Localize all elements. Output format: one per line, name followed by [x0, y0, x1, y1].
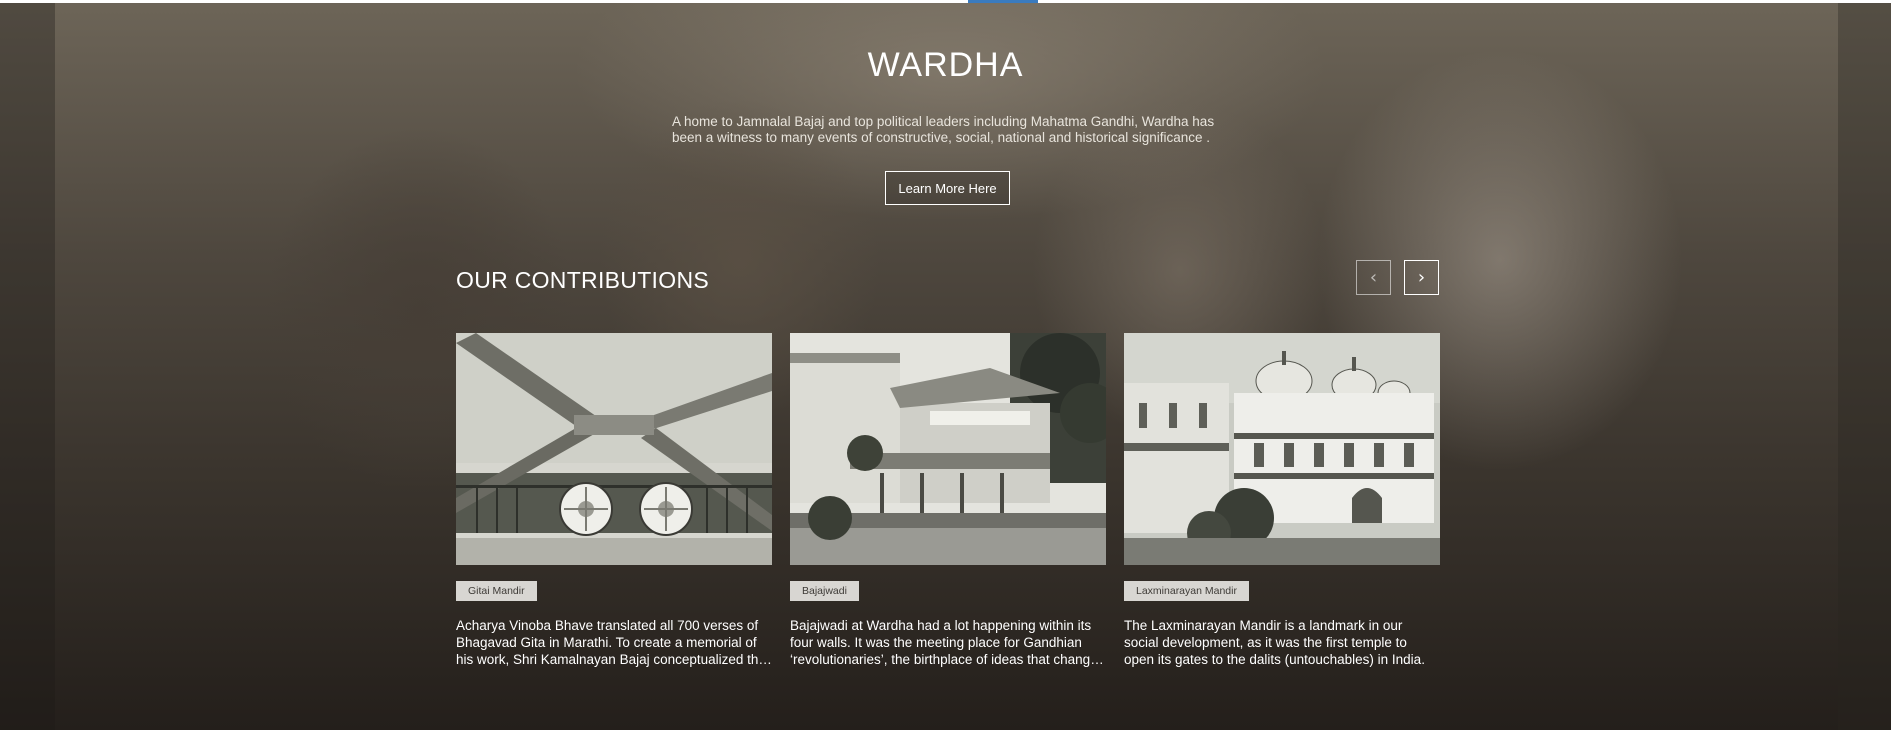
carousel-next-button[interactable]: › — [1404, 260, 1439, 295]
contribution-card[interactable]: Bajajwadi Bajajwadi at Wardha had a lot … — [790, 333, 1106, 668]
laxminarayan-mandir-photo[interactable] — [1124, 333, 1440, 565]
contribution-card[interactable]: Laxminarayan Mandir The Laxminarayan Man… — [1124, 333, 1440, 668]
bajajwadi-photo[interactable] — [790, 333, 1106, 565]
hero-description: A home to Jamnalal Bajaj and top politic… — [672, 114, 1215, 145]
hero-background: WARDHA A home to Jamnalal Bajaj and top … — [0, 0, 1891, 730]
card-tag[interactable]: Bajajwadi — [790, 581, 859, 601]
chevron-right-icon: › — [1417, 267, 1426, 288]
learn-more-button[interactable]: Learn More Here — [885, 171, 1010, 205]
top-rule — [0, 0, 1891, 3]
section-heading: OUR CONTRIBUTIONS — [456, 267, 709, 293]
carousel-prev-button[interactable]: ‹ — [1356, 260, 1391, 295]
card-tag[interactable]: Gitai Mandir — [456, 581, 537, 601]
card-description: Bajajwadi at Wardha had a lot happening … — [790, 618, 1106, 667]
contribution-card[interactable]: Gitai Mandir Acharya Vinoba Bhave transl… — [456, 333, 772, 668]
card-description: Acharya Vinoba Bhave translated all 700 … — [456, 618, 766, 667]
card-description: The Laxminarayan Mandir is a landmark in… — [1124, 618, 1425, 667]
chevron-left-icon: ‹ — [1369, 267, 1378, 288]
left-edge-shade — [0, 3, 55, 730]
gitai-mandir-photo[interactable] — [456, 333, 772, 565]
right-edge-shade — [1838, 3, 1891, 730]
active-slide-indicator — [968, 0, 1038, 3]
card-tag[interactable]: Laxminarayan Mandir — [1124, 581, 1249, 601]
page-title: WARDHA — [867, 46, 1024, 84]
